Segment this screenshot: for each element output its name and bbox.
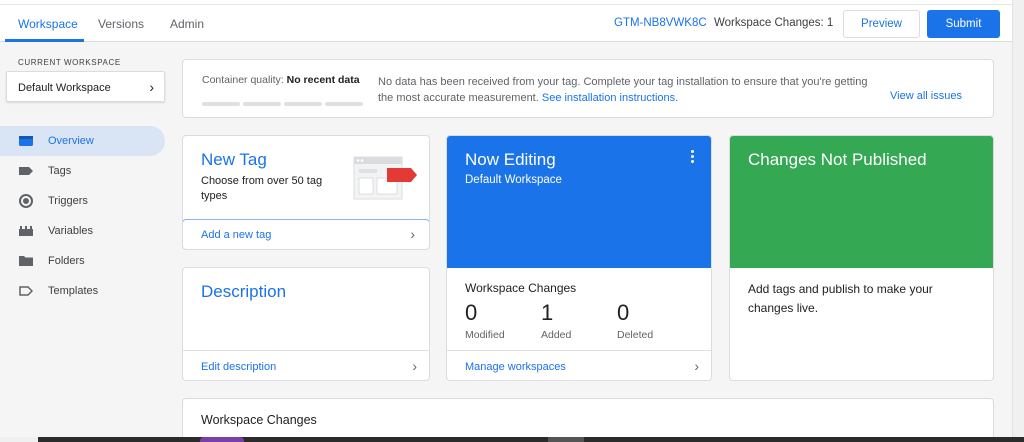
sidebar-item-label: Overview — [48, 135, 94, 147]
add-new-tag-label: Add a new tag — [201, 229, 272, 241]
more-vert-icon[interactable] — [691, 150, 695, 165]
submit-button[interactable]: Submit — [927, 10, 1000, 38]
sidebar-item-label: Folders — [48, 255, 85, 267]
edit-description-label: Edit description — [201, 361, 277, 373]
manage-workspaces-label: Manage workspaces — [465, 361, 566, 373]
chevron-right-icon: › — [149, 79, 154, 95]
quality-value: No recent data — [286, 74, 360, 86]
folder-icon — [19, 256, 33, 266]
quality-message: No data has been received from your tag.… — [378, 76, 868, 104]
sidebar-item-templates[interactable]: Templates — [0, 276, 165, 306]
browser-strip — [0, 0, 1012, 5]
taskbar-segment — [0, 437, 38, 442]
view-all-issues-link[interactable]: View all issues — [890, 90, 962, 102]
container-quality-title: Container quality: No recent data — [202, 74, 360, 86]
sidebar-item-label: Tags — [48, 165, 72, 177]
chevron-right-icon: › — [694, 358, 699, 374]
sidebar-item-tags[interactable]: Tags — [0, 156, 165, 186]
top-bar: Workspace Versions Admin GTM-NB8VWK8C Wo… — [0, 0, 1012, 42]
variables-icon — [19, 226, 33, 236]
description-card: Description Edit description › — [182, 267, 430, 381]
stat-label: Modified — [465, 329, 505, 341]
installation-instructions-link[interactable]: See installation instructions. — [542, 92, 678, 104]
tab-admin[interactable]: Admin — [170, 17, 204, 31]
taskbar-segment — [548, 437, 584, 442]
workspace-name: Default Workspace — [18, 82, 111, 94]
stat-deleted: 0 Deleted — [617, 300, 653, 341]
not-published-title: Changes Not Published — [748, 150, 927, 169]
container-id[interactable]: GTM-NB8VWK8C — [614, 17, 707, 29]
not-published-message: Add tags and publish to make your change… — [748, 282, 933, 315]
stat-label: Deleted — [617, 329, 654, 341]
add-new-tag-button[interactable]: Add a new tag › — [183, 219, 429, 249]
scrollbar[interactable] — [1012, 0, 1024, 442]
sidebar-item-variables[interactable]: Variables — [0, 216, 165, 246]
workspace-changes-count: Workspace Changes: 1 — [714, 17, 834, 29]
active-tab-indicator — [5, 39, 84, 42]
workspace-changes-heading: Workspace Changes — [465, 281, 577, 295]
stat-value: 1 — [541, 300, 554, 325]
taskbar — [0, 437, 1024, 442]
new-tag-description: Choose from over 50 tag types — [201, 175, 323, 202]
stat-label: Added — [541, 329, 572, 341]
manage-workspaces-button[interactable]: Manage workspaces › — [447, 350, 711, 380]
sidebar-item-label: Templates — [48, 285, 99, 297]
workspace-selector[interactable]: Default Workspace › — [6, 71, 165, 102]
new-tag-title[interactable]: New Tag — [201, 150, 267, 170]
taskbar-app-icon[interactable] — [200, 437, 244, 442]
quality-label: Container quality: — [202, 74, 284, 86]
stat-value: 0 — [465, 300, 478, 325]
container-quality-panel: Container quality: No recent data No dat… — [182, 59, 994, 118]
preview-button[interactable]: Preview — [843, 10, 920, 38]
quality-meter — [202, 93, 366, 111]
edit-description-button[interactable]: Edit description › — [183, 350, 429, 380]
now-editing-workspace: Default Workspace — [465, 174, 562, 186]
sidebar-item-overview[interactable]: Overview — [0, 126, 165, 156]
trigger-icon — [19, 194, 33, 208]
tag-illustration-icon — [353, 156, 417, 200]
chevron-right-icon: › — [412, 358, 417, 374]
stat-value: 0 — [617, 300, 630, 325]
overview-icon — [19, 136, 33, 146]
current-workspace-label: CURRENT WORKSPACE — [18, 58, 121, 67]
tag-icon — [19, 167, 33, 175]
changes-not-published-card: Changes Not Published Add tags and publi… — [729, 135, 994, 381]
sidebar-item-label: Variables — [48, 225, 94, 237]
tab-versions[interactable]: Versions — [98, 17, 144, 31]
workspace-changes-panel: Workspace Changes — [182, 398, 994, 442]
description-title: Description — [201, 282, 287, 301]
stat-modified: 0 Modified — [465, 300, 505, 341]
template-icon — [19, 286, 33, 296]
chevron-right-icon: › — [410, 226, 415, 242]
workspace-changes-title: Workspace Changes — [201, 413, 317, 427]
now-editing-title: Now Editing — [465, 150, 556, 169]
sidebar-item-triggers[interactable]: Triggers — [0, 186, 165, 216]
new-tag-card: New Tag Choose from over 50 tag types Ad… — [182, 135, 430, 250]
now-editing-card: Now Editing Default Workspace Workspace … — [446, 135, 712, 381]
sidebar-item-label: Triggers — [48, 195, 88, 207]
stat-added: 1 Added — [541, 300, 571, 341]
not-published-header: Changes Not Published — [730, 136, 993, 268]
tab-workspace[interactable]: Workspace — [18, 17, 78, 31]
now-editing-header: Now Editing Default Workspace — [447, 136, 711, 268]
sidebar-item-folders[interactable]: Folders — [0, 246, 165, 276]
